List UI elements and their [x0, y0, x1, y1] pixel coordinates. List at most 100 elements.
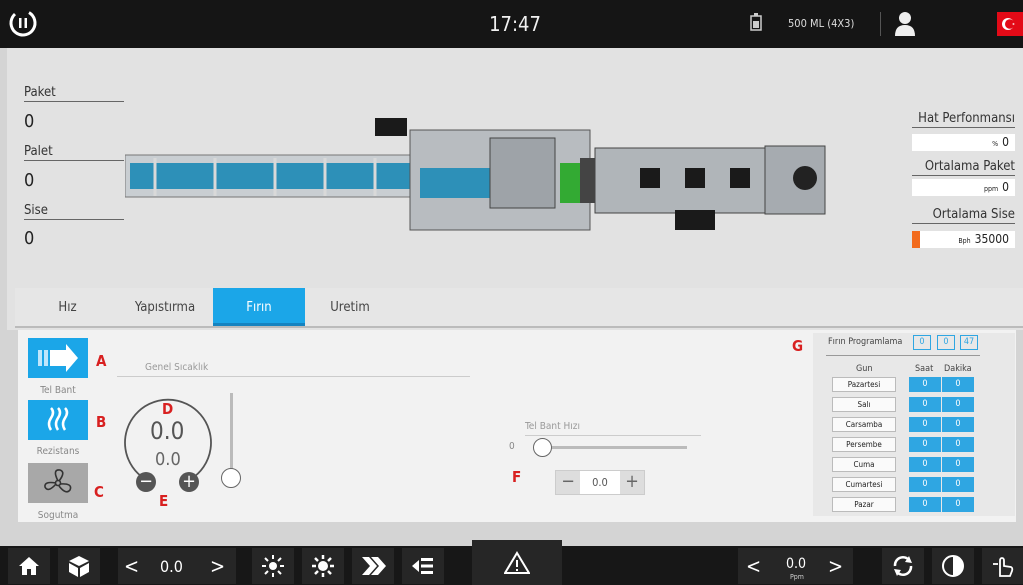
program-day-minute-field[interactable]: 0: [942, 437, 974, 452]
oven-program-title: Fırın Programlama: [828, 337, 903, 347]
tab-hiz[interactable]: Hız: [35, 288, 100, 326]
belt-speed-slider-thumb[interactable]: [533, 438, 552, 457]
col-min-header: Dakika: [944, 364, 972, 374]
program-day-hour-field[interactable]: 0: [909, 377, 941, 392]
tab-yapistirma[interactable]: Yapıstırma: [115, 288, 215, 326]
program-day-1[interactable]: Salı: [832, 397, 896, 412]
program-day-6[interactable]: Pazar: [832, 497, 896, 512]
marker-c: C: [94, 483, 104, 501]
line-performance-label: Hat Perfonmansı: [918, 111, 1015, 126]
divider: [826, 355, 980, 356]
product-label: 500 ML (4X3): [788, 17, 855, 30]
program-day-minute-field[interactable]: 0: [942, 417, 974, 432]
package-icon[interactable]: [58, 548, 100, 584]
program-day-2[interactable]: Carsamba: [832, 417, 896, 432]
program-day-minute-field[interactable]: 0: [942, 477, 974, 492]
speed-stepper: < 0.0 >: [118, 548, 236, 584]
tab-firin[interactable]: Fırın: [213, 288, 305, 326]
program-day-hour-field[interactable]: 0: [909, 497, 941, 512]
program-day-hour-field[interactable]: 0: [909, 477, 941, 492]
temp-increase-button[interactable]: +: [179, 472, 199, 492]
user-icon[interactable]: [893, 10, 917, 40]
line-performance-value: 0: [1002, 135, 1009, 149]
program-day-minute-field[interactable]: 0: [942, 457, 974, 472]
counter-label-palet: Palet: [24, 144, 53, 159]
temp-actual-value: 0.0: [150, 417, 185, 445]
reset-icon[interactable]: [8, 8, 38, 42]
setpoint-slider-track[interactable]: [230, 393, 233, 478]
chevron-left-icon[interactable]: <: [746, 554, 761, 578]
temp-decrease-button[interactable]: −: [136, 472, 156, 492]
line-performance-box: % 0: [912, 134, 1015, 151]
wire-belt-button[interactable]: [28, 338, 88, 378]
speed-value: 0.0: [160, 557, 183, 576]
belt-speed-value[interactable]: 0.0: [580, 471, 620, 494]
light-bright-icon[interactable]: [302, 548, 344, 584]
avg-bottle-unit: Bph: [958, 237, 971, 245]
program-second-box[interactable]: 47: [960, 335, 978, 350]
cooling-button[interactable]: [28, 463, 88, 503]
program-day-5[interactable]: Cumartesi: [832, 477, 896, 492]
light-dim-icon[interactable]: [252, 548, 294, 584]
divider: [24, 219, 124, 220]
divider: [525, 435, 701, 436]
col-hour-header: Saat: [915, 364, 934, 374]
program-hour-box[interactable]: 0: [913, 335, 931, 350]
ppm-stepper: < 0.0 Ppm >: [738, 548, 853, 584]
menu-back-icon[interactable]: [402, 548, 444, 584]
program-day-minute-field[interactable]: 0: [942, 397, 974, 412]
program-day-hour-field[interactable]: 0: [909, 457, 941, 472]
divider: [24, 160, 124, 161]
divider: [117, 376, 470, 377]
chevron-right-icon[interactable]: >: [210, 554, 225, 578]
belt-speed-increase-button[interactable]: +: [620, 471, 644, 494]
heater-label: Rezistans: [36, 446, 80, 457]
counter-label-paket: Paket: [24, 85, 56, 100]
ppm-value: 0.0: [786, 556, 807, 572]
program-day-hour-field[interactable]: 0: [909, 397, 941, 412]
program-day-4[interactable]: Cuma: [832, 457, 896, 472]
tab-uretim[interactable]: Uretim: [315, 288, 385, 326]
program-day-0[interactable]: Pazartesi: [832, 377, 896, 392]
home-icon[interactable]: [8, 548, 50, 584]
avg-bottle-box: Bph 35000: [912, 231, 1015, 248]
marker-e: E: [159, 492, 169, 510]
program-minute-box[interactable]: 0: [937, 335, 955, 350]
chevron-left-icon[interactable]: <: [124, 554, 139, 578]
ppm-unit: Ppm: [790, 573, 804, 581]
program-day-3[interactable]: Persembe: [832, 437, 896, 452]
contrast-icon[interactable]: [932, 548, 974, 584]
chevron-right-icon[interactable]: >: [828, 554, 843, 578]
hand-touch-icon[interactable]: [982, 548, 1023, 584]
general-temp-title: Genel Sıcaklık: [145, 362, 209, 373]
avg-pack-box: ppm 0: [912, 179, 1015, 196]
marker-d: D: [162, 400, 174, 418]
belt-speed-title: Tel Bant Hızı: [525, 421, 580, 432]
refresh-icon[interactable]: [882, 548, 924, 584]
cooling-label: Sogutma: [37, 510, 79, 521]
counter-value-sise: 0: [24, 228, 35, 249]
divider: [912, 127, 1015, 128]
divider: [24, 101, 124, 102]
marker-b: B: [96, 413, 107, 431]
avg-bottle-label: Ortalama Sise: [932, 207, 1015, 222]
avg-pack-unit: ppm: [983, 185, 999, 193]
program-day-minute-field[interactable]: 0: [942, 497, 974, 512]
tab-bar: Hız Yapıstırma Fırın Uretim: [15, 288, 1023, 328]
program-day-hour-field[interactable]: 0: [909, 417, 941, 432]
setpoint-slider-thumb[interactable]: [221, 468, 241, 488]
program-day-hour-field[interactable]: 0: [909, 437, 941, 452]
machine-line-graphic: [124, 118, 835, 252]
counter-label-sise: Sise: [24, 203, 48, 218]
program-day-minute-field[interactable]: 0: [942, 377, 974, 392]
belt-speed-min: 0: [509, 441, 515, 452]
alarm-warning-icon[interactable]: [472, 540, 562, 585]
belt-speed-slider-track[interactable]: [535, 446, 687, 449]
avg-bottle-value: 35000: [974, 232, 1009, 246]
divider: [912, 175, 1015, 176]
heater-button[interactable]: [28, 400, 88, 440]
belt-speed-decrease-button[interactable]: −: [556, 471, 580, 494]
heat-icon: [47, 407, 69, 431]
language-flag-icon[interactable]: [997, 12, 1023, 36]
fast-forward-icon[interactable]: [352, 548, 394, 584]
